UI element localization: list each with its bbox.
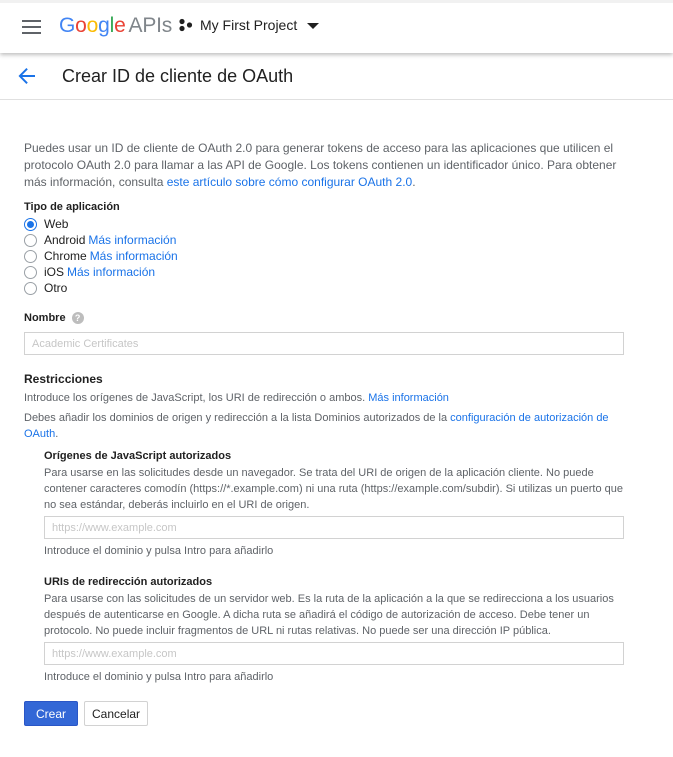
- app-type-option-android[interactable]: Android Más información: [24, 232, 634, 248]
- radio-button[interactable]: [24, 217, 37, 231]
- radio-button[interactable]: [24, 233, 37, 247]
- name-label: Nombre: [24, 312, 66, 324]
- restrictions-line1-text: Introduce los orígenes de JavaScript, lo…: [24, 392, 366, 404]
- back-arrow-icon[interactable]: [18, 67, 36, 85]
- app-type-option-ios[interactable]: iOS Más información: [24, 264, 634, 280]
- project-icon: [179, 18, 193, 32]
- redirect-uris-description: Para usarse con las solicitudes de un se…: [44, 593, 614, 637]
- logo-letter: o: [86, 14, 99, 37]
- name-section: Nombre?: [24, 310, 634, 355]
- app-type-options: Web Android Más información Chrome Más infor…: [24, 216, 634, 296]
- hamburger-menu-icon[interactable]: [22, 20, 41, 34]
- restrictions-line2-text: Debes añadir los dominios de origen y re…: [24, 412, 451, 424]
- page-title: Crear ID de cliente de OAuth: [62, 66, 294, 86]
- radio-label: Chrome: [44, 248, 87, 263]
- caret-down-icon: [307, 23, 320, 29]
- help-icon[interactable]: ?: [71, 312, 84, 325]
- restrictions-title: Restricciones: [24, 372, 103, 386]
- name-input[interactable]: [24, 332, 624, 355]
- radio-label: Otro: [44, 280, 68, 295]
- logo-google: Google: [59, 14, 126, 37]
- logo-letter: G: [59, 14, 76, 37]
- logo-apis: APIs: [128, 14, 173, 37]
- radio-button[interactable]: [24, 265, 37, 279]
- redirect-uris-hint: Introduce el dominio y pulsa Intro para …: [44, 671, 274, 683]
- more-info-link[interactable]: Más información: [90, 248, 178, 265]
- restrictions-line1: Introduce los orígenes de JavaScript, lo…: [24, 390, 634, 406]
- radio-label: Web: [44, 216, 69, 231]
- logo-letter: g: [98, 14, 110, 37]
- radio-button[interactable]: [24, 281, 37, 295]
- create-button[interactable]: Crear: [24, 701, 79, 726]
- restrictions-line2: Debes añadir los dominios de origen y re…: [24, 410, 634, 442]
- app-type-section: Tipo de aplicación Web Android Más informa…: [24, 199, 634, 296]
- restrictions-more-info-link[interactable]: Más información: [368, 392, 449, 404]
- project-selector[interactable]: My First Project: [179, 17, 320, 33]
- radio-label: iOS: [44, 264, 65, 279]
- app-type-option-web[interactable]: Web: [24, 216, 634, 232]
- redirect-uris-input[interactable]: [44, 642, 624, 665]
- js-origins-section: Orígenes de JavaScript autorizados Para …: [44, 448, 634, 513]
- page-header: Crear ID de cliente de OAuth: [0, 53, 673, 100]
- js-origins-hint: Introduce el dominio y pulsa Intro para …: [44, 545, 274, 557]
- form-actions: Crear Cancelar: [24, 701, 149, 726]
- app-type-option-chrome[interactable]: Chrome Más información: [24, 248, 634, 264]
- more-info-link[interactable]: Más información: [88, 232, 176, 249]
- js-origins-title: Orígenes de JavaScript autorizados: [44, 450, 232, 462]
- top-bar: Google APIs My First Project: [0, 0, 673, 53]
- logo-letter: o: [75, 14, 87, 37]
- app-type-option-otro[interactable]: Otro: [24, 280, 634, 296]
- logo-letter: e: [114, 14, 126, 37]
- redirect-uris-title: URIs de redirección autorizados: [44, 576, 213, 588]
- google-apis-logo[interactable]: Google APIs: [59, 14, 172, 38]
- more-info-link[interactable]: Más información: [67, 264, 155, 281]
- project-name: My First Project: [200, 17, 298, 33]
- oauth-form: Puedes usar un ID de cliente de OAuth 2.…: [24, 140, 634, 686]
- redirect-uris-section: URIs de redirección autorizados Para usa…: [44, 574, 634, 639]
- cancel-button[interactable]: Cancelar: [84, 701, 149, 726]
- restrictions-section: Restricciones Introduce los orígenes de …: [24, 371, 634, 686]
- radio-label: Android: [44, 232, 86, 247]
- app-type-label: Tipo de aplicación: [24, 201, 120, 213]
- intro-suffix: .: [412, 175, 416, 189]
- radio-button[interactable]: [24, 249, 37, 263]
- js-origins-input[interactable]: [44, 516, 624, 539]
- intro-text: Puedes usar un ID de cliente de OAuth 2.…: [24, 140, 634, 191]
- name-label-row: Nombre?: [24, 310, 634, 326]
- oauth-article-link[interactable]: este artículo sobre cómo configurar OAut…: [167, 175, 412, 189]
- restrictions-line2-suffix: .: [55, 428, 59, 440]
- js-origins-description: Para usarse en las solicitudes desde un …: [44, 467, 623, 511]
